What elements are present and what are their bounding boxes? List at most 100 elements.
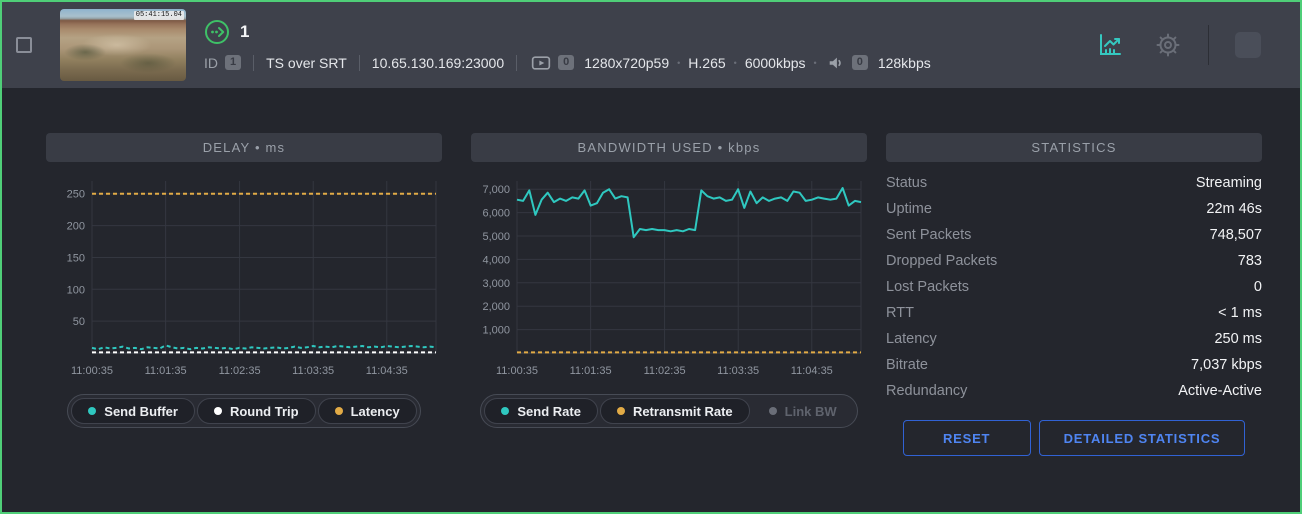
svg-text:100: 100	[67, 284, 85, 296]
delay-chart-panel: DELAY • ms 5010015020025011:00:3511:01:3…	[46, 133, 442, 428]
stat-value: 7,037 kbps	[1191, 357, 1262, 373]
stat-label: Redundancy	[886, 383, 967, 399]
stream-info-row: ID 1 TS over SRT 10.65.130.169:23000 0 1…	[204, 54, 931, 72]
stream-card: 05:41:15.04 1 ID 1 TS over SRT	[0, 0, 1302, 514]
svg-text:11:03:35: 11:03:35	[717, 365, 759, 377]
svg-text:11:01:35: 11:01:35	[570, 365, 612, 377]
legend-label: Send Rate	[517, 404, 581, 419]
legend-item-send-buffer[interactable]: Send Buffer	[71, 398, 195, 424]
bandwidth-chart-title: BANDWIDTH USED • kbps	[471, 133, 867, 162]
stream-title-block: 1 ID 1 TS over SRT 10.65.130.169:23000 0	[204, 19, 931, 72]
chart-icon	[1096, 31, 1124, 59]
statistics-panel: STATISTICS Status Streaming Uptime 22m 4…	[886, 133, 1262, 456]
svg-text:250: 250	[67, 189, 85, 201]
streaming-status-icon	[204, 19, 230, 45]
svg-text:200: 200	[67, 221, 85, 233]
video-bitrate-label: 6000kbps	[745, 55, 806, 71]
legend-label: Send Buffer	[104, 404, 178, 419]
svg-text:1,000: 1,000	[482, 325, 510, 337]
stat-row-bitrate: Bitrate 7,037 kbps	[886, 352, 1262, 378]
header-actions	[1092, 25, 1300, 65]
timecode-overlay: 05:41:15.04	[134, 11, 184, 20]
gear-icon	[1154, 31, 1182, 59]
link-bw-dot	[769, 407, 777, 415]
legend-item-latency[interactable]: Latency	[318, 398, 417, 424]
stat-label: Uptime	[886, 201, 932, 217]
stat-row-status: Status Streaming	[886, 170, 1262, 196]
svg-text:7,000: 7,000	[482, 184, 510, 196]
statistics-toggle-button[interactable]	[1092, 27, 1128, 63]
stat-label: Dropped Packets	[886, 253, 997, 269]
divider	[516, 55, 517, 71]
stream-thumbnail[interactable]: 05:41:15.04	[60, 9, 186, 81]
delay-chart-title: DELAY • ms	[46, 133, 442, 162]
stat-value: < 1 ms	[1218, 305, 1262, 321]
id-badge: 1	[225, 55, 241, 70]
legend-item-retransmit-rate[interactable]: Retransmit Rate	[600, 398, 750, 424]
stat-row-uptime: Uptime 22m 46s	[886, 196, 1262, 222]
legend-item-send-rate[interactable]: Send Rate	[484, 398, 598, 424]
legend-label: Latency	[351, 404, 400, 419]
round-trip-dot	[214, 407, 222, 415]
legend-label: Link BW	[785, 404, 837, 419]
stop-button[interactable]	[1235, 32, 1261, 58]
audio-bitrate-label: 128kbps	[878, 55, 931, 71]
svg-text:11:04:35: 11:04:35	[366, 365, 408, 377]
legend-label: Round Trip	[230, 404, 299, 419]
stat-row-sent-packets: Sent Packets 748,507	[886, 222, 1262, 248]
stat-label: Status	[886, 175, 927, 191]
legend-item-round-trip[interactable]: Round Trip	[197, 398, 316, 424]
svg-text:11:01:35: 11:01:35	[145, 365, 187, 377]
stat-row-latency: Latency 250 ms	[886, 326, 1262, 352]
dot-separator: •	[814, 58, 817, 68]
dot-separator: •	[677, 58, 680, 68]
video-track-badge: 0	[558, 55, 574, 70]
stat-value: Streaming	[1196, 175, 1262, 191]
stat-value: Active-Active	[1178, 383, 1262, 399]
stat-value: 748,507	[1210, 227, 1262, 243]
bandwidth-chart-legend: Send Rate Retransmit Rate Link BW	[480, 394, 857, 428]
audio-track-badge: 0	[852, 55, 868, 70]
resolution-label: 1280x720p59	[584, 55, 669, 71]
bandwidth-chart-panel: BANDWIDTH USED • kbps 1,0002,0003,0004,0…	[471, 133, 867, 428]
stream-header: 05:41:15.04 1 ID 1 TS over SRT	[2, 2, 1300, 88]
latency-dot	[335, 407, 343, 415]
stat-row-dropped-packets: Dropped Packets 783	[886, 248, 1262, 274]
dot-separator: •	[734, 58, 737, 68]
header-divider	[1208, 25, 1209, 65]
svg-text:11:02:35: 11:02:35	[219, 365, 261, 377]
svg-text:11:02:35: 11:02:35	[644, 365, 686, 377]
reset-button[interactable]: RESET	[903, 420, 1031, 456]
statistics-title: STATISTICS	[886, 133, 1262, 162]
svg-text:11:00:35: 11:00:35	[71, 365, 113, 377]
stat-label: Bitrate	[886, 357, 928, 373]
stream-details-body: DELAY • ms 5010015020025011:00:3511:01:3…	[2, 88, 1300, 514]
stat-row-lost-packets: Lost Packets 0	[886, 274, 1262, 300]
svg-text:11:03:35: 11:03:35	[292, 365, 334, 377]
retransmit-rate-dot	[617, 407, 625, 415]
statistics-rows: Status Streaming Uptime 22m 46s Sent Pac…	[886, 170, 1262, 404]
settings-button[interactable]	[1150, 27, 1186, 63]
video-track-icon	[531, 54, 551, 72]
legend-item-link-bw[interactable]: Link BW	[752, 398, 854, 424]
codec-label: H.265	[688, 55, 725, 71]
stat-value: 22m 46s	[1206, 201, 1262, 217]
stat-label: RTT	[886, 305, 914, 321]
select-checkbox[interactable]	[16, 37, 32, 53]
stream-title: 1	[240, 22, 249, 42]
delay-chart-legend: Send Buffer Round Trip Latency	[67, 394, 420, 428]
stat-row-redundancy: Redundancy Active-Active	[886, 378, 1262, 404]
audio-icon	[827, 54, 845, 72]
svg-text:150: 150	[67, 252, 85, 264]
stat-value: 250 ms	[1214, 331, 1262, 347]
send-rate-dot	[501, 407, 509, 415]
svg-text:5,000: 5,000	[482, 231, 510, 243]
stat-value: 0	[1254, 279, 1262, 295]
stat-label: Latency	[886, 331, 937, 347]
send-buffer-dot	[88, 407, 96, 415]
svg-text:6,000: 6,000	[482, 208, 510, 220]
detailed-statistics-button[interactable]: DETAILED STATISTICS	[1039, 420, 1246, 456]
delay-chart: 5010015020025011:00:3511:01:3511:02:3511…	[46, 169, 442, 388]
divider	[359, 55, 360, 71]
legend-label: Retransmit Rate	[633, 404, 733, 419]
